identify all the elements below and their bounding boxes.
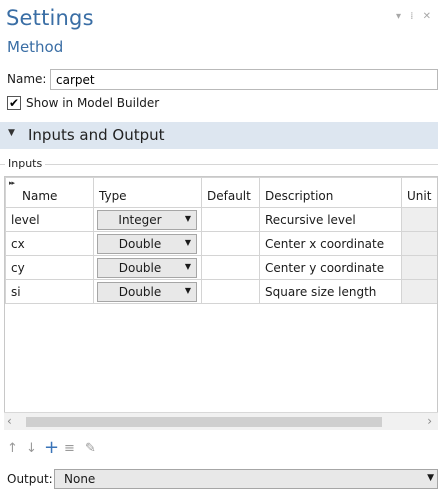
type-dropdown[interactable]: Double ▼ — [97, 233, 197, 254]
section-label: Inputs and Output — [28, 126, 165, 144]
cell-name[interactable]: cx — [5, 231, 94, 256]
cell-description[interactable]: Center y coordinate — [259, 255, 402, 280]
table-row[interactable]: level Integer ▼ Recursive level — [5, 207, 437, 232]
cell-default[interactable] — [201, 231, 260, 256]
column-header-name[interactable]: ▸▸ Name — [5, 177, 94, 208]
add-icon[interactable]: + — [44, 437, 59, 458]
cell-unit[interactable] — [401, 207, 437, 232]
settings-header: Settings Method ▾ ⁞ ✕ — [0, 0, 438, 62]
dropdown-arrow-icon: ▼ — [184, 285, 191, 295]
close-icon[interactable]: ✕ — [423, 11, 434, 22]
output-dropdown[interactable]: None ▼ — [54, 469, 438, 489]
type-value: Double — [118, 236, 162, 251]
expand-columns-icon[interactable]: ▸▸ — [9, 179, 15, 187]
scroll-left-icon[interactable]: ‹ — [7, 414, 12, 428]
cell-default[interactable] — [201, 207, 260, 232]
cell-unit[interactable] — [401, 231, 437, 256]
name-label: Name: — [7, 72, 47, 86]
table-row[interactable]: cx Double ▼ Center x coordinate — [5, 231, 437, 256]
table-header-row: ▸▸ Name Type Default Description Unit — [5, 177, 437, 208]
show-in-builder-label: Show in Model Builder — [26, 96, 160, 110]
output-value: None — [64, 472, 96, 486]
arrow-down-icon[interactable]: ↓ — [26, 441, 37, 456]
column-header-description[interactable]: Description — [259, 177, 402, 208]
name-input[interactable] — [50, 69, 438, 90]
type-value: Double — [118, 284, 162, 299]
dropdown-arrow-icon: ▼ — [184, 261, 191, 271]
horizontal-scrollbar[interactable]: ‹ › — [4, 412, 438, 430]
method-subtitle: Method — [7, 38, 64, 56]
cell-unit[interactable] — [401, 255, 437, 280]
type-value: Double — [118, 260, 162, 275]
type-dropdown[interactable]: Integer ▼ — [97, 209, 197, 230]
cell-description[interactable]: Recursive level — [259, 207, 402, 232]
column-header-default[interactable]: Default — [201, 177, 260, 208]
type-value: Integer — [118, 212, 162, 227]
dropdown-arrow-icon: ▼ — [184, 213, 191, 223]
cell-type[interactable]: Double ▼ — [93, 255, 202, 280]
cell-name[interactable]: cy — [5, 255, 94, 280]
cell-unit[interactable] — [401, 279, 437, 304]
settings-title: Settings — [6, 6, 94, 30]
cell-description[interactable]: Square size length — [259, 279, 402, 304]
chevron-down-icon: ▼ — [427, 473, 434, 483]
arrow-up-icon[interactable]: ↑ — [7, 441, 18, 456]
edit-icon[interactable]: ✎ — [85, 441, 96, 456]
inputs-output-section[interactable]: ▼ Inputs and Output — [0, 122, 438, 149]
collapse-arrow-icon[interactable]: ▼ — [8, 128, 15, 138]
inputs-table: ▸▸ Name Type Default Description Unit le… — [4, 176, 438, 430]
delete-icon[interactable]: ≡ — [64, 441, 75, 456]
show-in-builder-checkbox[interactable]: ✔ — [7, 96, 21, 110]
column-header-unit[interactable]: Unit — [401, 177, 437, 208]
cell-type[interactable]: Double ▼ — [93, 279, 202, 304]
cell-description[interactable]: Center x coordinate — [259, 231, 402, 256]
table-row[interactable]: cy Double ▼ Center y coordinate — [5, 255, 437, 280]
name-row: Name: — [7, 69, 438, 91]
table-row[interactable]: si Double ▼ Square size length — [5, 279, 437, 304]
dropdown-arrow-icon: ▼ — [184, 237, 191, 247]
dropdown-icon[interactable]: ▾ — [396, 11, 404, 22]
output-label: Output: — [7, 472, 53, 486]
pin-icon[interactable]: ⁞ — [410, 11, 416, 22]
cell-type[interactable]: Integer ▼ — [93, 207, 202, 232]
type-dropdown[interactable]: Double ▼ — [97, 257, 197, 278]
cell-type[interactable]: Double ▼ — [93, 231, 202, 256]
cell-name[interactable]: si — [5, 279, 94, 304]
column-header-name-label: Name — [22, 189, 58, 203]
output-row: Output: None ▼ — [7, 469, 438, 491]
cell-default[interactable] — [201, 279, 260, 304]
inputs-group-label: Inputs — [5, 157, 46, 170]
column-header-type[interactable]: Type — [93, 177, 202, 208]
scroll-right-icon[interactable]: › — [427, 414, 432, 428]
type-dropdown[interactable]: Double ▼ — [97, 281, 197, 302]
group-divider — [0, 164, 438, 165]
cell-default[interactable] — [201, 255, 260, 280]
scrollbar-thumb[interactable] — [26, 417, 382, 427]
cell-name[interactable]: level — [5, 207, 94, 232]
window-controls[interactable]: ▾ ⁞ ✕ — [396, 11, 434, 22]
